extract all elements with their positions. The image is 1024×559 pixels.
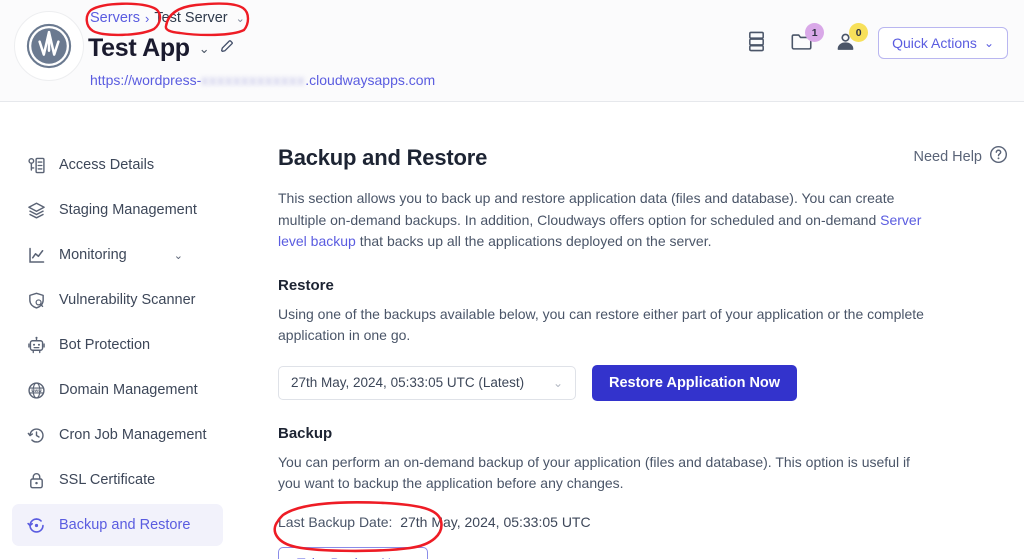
sidebar-item-bot-protection[interactable]: Bot Protection <box>12 324 223 366</box>
sidebar-item-access-details[interactable]: Access Details <box>12 144 223 186</box>
page-header: Backup and Restore Need Help <box>278 103 1024 171</box>
restore-section-title: Restore <box>278 276 334 294</box>
backup-select-value: 27th May, 2024, 05:33:05 UTC (Latest) <box>291 375 525 390</box>
app-header: Servers › Test Server ⌄ Test App ⌄ https… <box>0 0 1024 102</box>
sidebar-item-staging-management[interactable]: Staging Management <box>12 189 223 231</box>
description-part1: This section allows you to back up and r… <box>278 190 895 228</box>
backup-select[interactable]: 27th May, 2024, 05:33:05 UTC (Latest) ⌄ <box>278 365 576 400</box>
take-backup-now-button[interactable]: Take Backup Now <box>278 546 429 559</box>
sidebar-item-monitoring[interactable]: Monitoring ⌄ <box>12 234 223 276</box>
restore-circle-icon <box>25 514 47 536</box>
breadcrumb-separator: › <box>144 10 150 26</box>
svg-text:www: www <box>30 388 42 393</box>
sidebar-item-label: Staging Management <box>59 202 197 218</box>
header-actions: 1 0 Quick Actions ⌄ <box>746 23 1008 59</box>
sidebar-item-vulnerability-scanner[interactable]: Vulnerability Scanner <box>12 279 223 321</box>
folder-icon[interactable]: 1 <box>790 23 825 56</box>
restore-controls-row: 27th May, 2024, 05:33:05 UTC (Latest) ⌄ … <box>278 364 1024 401</box>
sidebar-item-label: Vulnerability Scanner <box>59 292 196 308</box>
restore-application-now-button[interactable]: Restore Application Now <box>592 364 798 401</box>
sidebar-item-domain-management[interactable]: www Domain Management <box>12 369 223 411</box>
globe-www-icon: www <box>25 379 47 401</box>
sidebar-item-label: Backup and Restore <box>59 517 191 533</box>
restore-section-description: Using one of the backups available below… <box>278 305 924 344</box>
sidebar-item-label: Cron Job Management <box>59 427 207 443</box>
sidebar-item-cron-job-management[interactable]: Cron Job Management <box>12 414 223 456</box>
description-part2: that backs up all the applications deplo… <box>355 233 712 249</box>
app-title-row: Test App ⌄ <box>88 34 235 63</box>
cloudways-application-page: Servers › Test Server ⌄ Test App ⌄ https… <box>0 0 1024 559</box>
folder-count-badge: 1 <box>805 23 825 42</box>
last-backup-label: Last Backup Date: <box>278 513 393 530</box>
sidebar-item-backup-and-restore[interactable]: Backup and Restore <box>12 504 223 546</box>
robot-icon <box>25 334 47 356</box>
user-icon[interactable]: 0 <box>834 23 869 56</box>
last-backup-date: Last Backup Date: 27th May, 2024, 05:33:… <box>278 514 1024 530</box>
page-title: Backup and Restore <box>278 145 488 170</box>
last-backup-value: 27th May, 2024, 05:33:05 UTC <box>400 513 591 530</box>
shield-scan-icon <box>25 289 47 311</box>
need-help-label: Need Help <box>913 148 982 165</box>
breadcrumb-servers-link[interactable]: Servers <box>90 10 140 26</box>
clock-history-icon <box>25 424 47 446</box>
main-content: Backup and Restore Need Help This sectio… <box>278 103 1024 559</box>
need-help-button[interactable]: Need Help <box>913 145 1008 168</box>
url-suffix: .cloudwaysapps.com <box>305 72 436 88</box>
sidebar-item-label: SSL Certificate <box>59 472 156 488</box>
server-stack-icon[interactable] <box>746 30 770 56</box>
wordpress-logo <box>14 11 84 81</box>
application-url[interactable]: https://wordpress-xxxxxxxxxxxxx.cloudway… <box>90 72 435 88</box>
sidebar-item-label: Bot Protection <box>59 337 151 353</box>
backup-section-description: You can perform an on-demand backup of y… <box>278 453 910 492</box>
sidebar-item-label: Domain Management <box>59 382 198 398</box>
url-redacted: xxxxxxxxxxxxx <box>201 72 306 88</box>
lock-icon <box>25 469 47 491</box>
quick-actions-button[interactable]: Quick Actions ⌄ <box>878 27 1008 59</box>
breadcrumb-current-server[interactable]: Test Server <box>154 10 227 26</box>
access-key-icon <box>25 154 47 176</box>
page-description: This section allows you to back up and r… <box>278 188 933 253</box>
user-count-badge: 0 <box>849 23 869 42</box>
breadcrumb: Servers › Test Server ⌄ <box>90 10 245 26</box>
sidebar-item-deployment-via-git[interactable]: Deployment via GIT <box>12 549 223 559</box>
sidebar-item-label: Monitoring <box>59 247 127 263</box>
url-prefix: https://wordpress- <box>90 72 202 88</box>
sidebar-item-ssl-certificate[interactable]: SSL Certificate <box>12 459 223 501</box>
backup-section-title: Backup <box>278 424 333 442</box>
application-sidebar: Access Details Staging Management Monito… <box>0 103 245 559</box>
chevron-down-icon[interactable]: ⌄ <box>236 12 245 25</box>
page-app-title: Test App <box>88 34 190 62</box>
sidebar-item-label: Access Details <box>59 157 155 173</box>
chevron-down-icon[interactable]: ⌄ <box>199 41 210 57</box>
question-circle-icon <box>989 145 1008 168</box>
chevron-down-icon: ⌄ <box>983 36 994 50</box>
quick-actions-label: Quick Actions <box>892 35 977 51</box>
layers-icon <box>25 199 47 221</box>
chevron-down-icon[interactable]: ⌄ <box>174 249 183 262</box>
chart-line-icon <box>25 244 47 266</box>
chevron-down-icon: ⌄ <box>552 375 563 390</box>
pencil-icon[interactable] <box>219 38 235 59</box>
